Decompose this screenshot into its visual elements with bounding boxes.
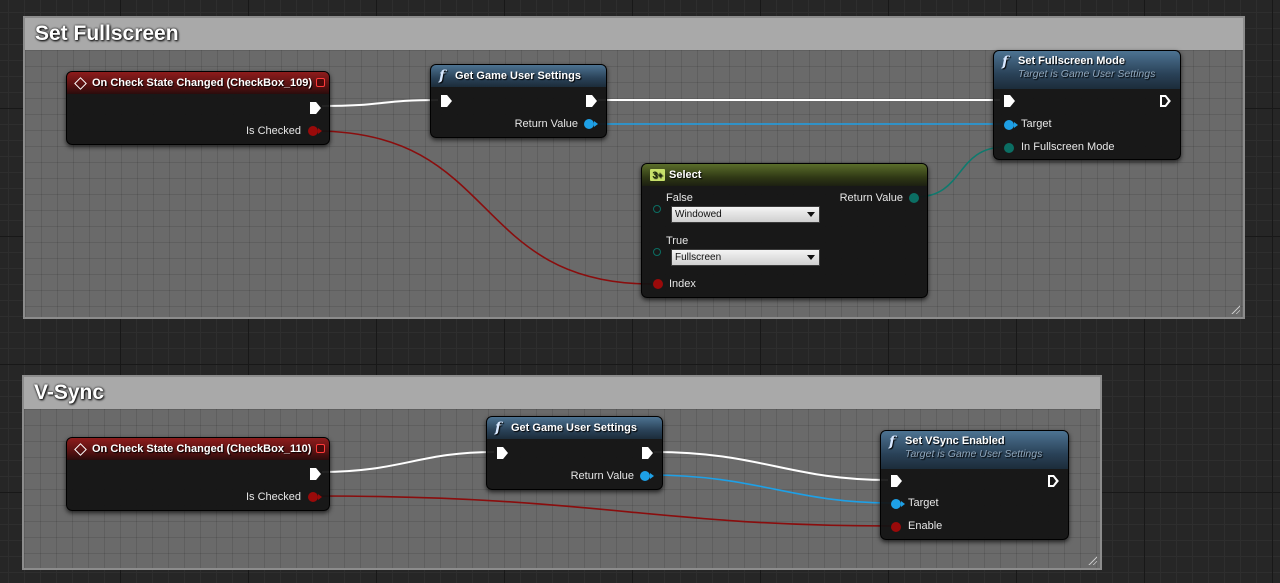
- true-option-dropdown[interactable]: Fullscreen: [671, 249, 820, 266]
- pin-label-return-value: Return Value: [514, 118, 578, 130]
- enum-out-pin[interactable]: [909, 193, 919, 203]
- dropdown-value: Windowed: [675, 209, 722, 220]
- node-header: On Check State Changed (CheckBox_109): [67, 72, 329, 94]
- index-pin[interactable]: [653, 279, 663, 289]
- comment-title[interactable]: V-Sync: [24, 377, 1100, 409]
- pin-label-return-value: Return Value: [839, 192, 903, 204]
- exec-in-pin[interactable]: [891, 475, 902, 487]
- node-title: On Check State Changed (CheckBox_110): [92, 443, 312, 455]
- target-pin[interactable]: [1004, 120, 1018, 130]
- node-header: 3+ Select: [642, 164, 927, 186]
- chevron-down-icon: [807, 255, 815, 260]
- resize-handle[interactable]: [1087, 555, 1097, 565]
- pin-label-is-checked: Is Checked: [245, 125, 301, 137]
- get-game-user-settings-node[interactable]: f Get Game User Settings Return Value: [430, 64, 607, 138]
- set-vsync-enabled-node[interactable]: f Set VSync Enabled Target is Game User …: [880, 430, 1069, 540]
- select-node[interactable]: 3+ Select False Windowed True Fullscreen…: [641, 163, 928, 298]
- node-header: On Check State Changed (CheckBox_110): [67, 438, 329, 460]
- event-node-checkbox-109[interactable]: On Check State Changed (CheckBox_109) Is…: [66, 71, 330, 145]
- pin-label-return-value: Return Value: [570, 470, 634, 482]
- resize-handle[interactable]: [1230, 304, 1240, 314]
- fullscreen-mode-pin[interactable]: [1004, 143, 1014, 153]
- get-game-user-settings-node[interactable]: f Get Game User Settings Return Value: [486, 416, 663, 490]
- pin-label-index: Index: [669, 278, 696, 290]
- exec-out-pin[interactable]: [310, 102, 321, 114]
- node-subtitle: Target is Game User Settings: [1018, 68, 1156, 80]
- function-f-icon: f: [1002, 54, 1009, 70]
- exec-out-pin[interactable]: [310, 468, 321, 480]
- exec-in-pin[interactable]: [497, 447, 508, 459]
- dropdown-value: Fullscreen: [675, 252, 722, 263]
- event-node-checkbox-110[interactable]: On Check State Changed (CheckBox_110) Is…: [66, 437, 330, 511]
- set-fullscreen-mode-node[interactable]: f Set Fullscreen Mode Target is Game Use…: [993, 50, 1181, 160]
- false-option-pin[interactable]: [653, 205, 661, 213]
- target-pin[interactable]: [891, 499, 905, 509]
- exec-in-pin[interactable]: [441, 95, 452, 107]
- node-header: f Get Game User Settings: [431, 65, 606, 87]
- exec-in-pin[interactable]: [1004, 95, 1015, 107]
- node-header: f Get Game User Settings: [487, 417, 662, 439]
- event-diamond-icon: [74, 443, 87, 456]
- node-title: Select: [669, 169, 702, 181]
- object-out-pin[interactable]: [640, 471, 654, 481]
- bool-out-pin[interactable]: [308, 126, 322, 136]
- pin-label-true: True: [666, 235, 689, 247]
- node-title: Get Game User Settings: [455, 70, 581, 82]
- exec-out-pin[interactable]: [1048, 475, 1059, 487]
- pin-label-false: False: [666, 192, 693, 204]
- event-diamond-icon: [74, 77, 87, 90]
- select-icon: 3+: [650, 169, 665, 181]
- pin-label-target: Target: [1021, 118, 1052, 130]
- exec-out-pin[interactable]: [586, 95, 597, 107]
- exec-out-pin[interactable]: [1160, 95, 1171, 107]
- object-out-pin[interactable]: [584, 119, 598, 129]
- pin-label-enable: Enable: [908, 520, 943, 532]
- bool-out-pin[interactable]: [308, 492, 322, 502]
- false-option-dropdown[interactable]: Windowed: [671, 206, 820, 223]
- function-f-icon: f: [889, 434, 896, 450]
- enable-pin[interactable]: [891, 522, 901, 532]
- node-title: On Check State Changed (CheckBox_109): [92, 77, 313, 89]
- true-option-pin[interactable]: [653, 248, 661, 256]
- pin-label-is-checked: Is Checked: [245, 491, 301, 503]
- function-f-icon: f: [495, 420, 502, 436]
- function-f-icon: f: [439, 68, 446, 84]
- node-subtitle: Target is Game User Settings: [905, 448, 1043, 460]
- node-header: f Set VSync Enabled Target is Game User …: [881, 431, 1068, 469]
- delegate-square-icon[interactable]: [316, 78, 325, 87]
- chevron-down-icon: [807, 212, 815, 217]
- node-header: f Set Fullscreen Mode Target is Game Use…: [994, 51, 1180, 89]
- node-title: Get Game User Settings: [511, 422, 637, 434]
- comment-title[interactable]: Set Fullscreen: [25, 18, 1243, 50]
- delegate-square-icon[interactable]: [316, 444, 325, 453]
- pin-label-fullscreen-mode: In Fullscreen Mode: [1021, 141, 1115, 153]
- pin-label-target: Target: [908, 497, 939, 509]
- exec-out-pin[interactable]: [642, 447, 653, 459]
